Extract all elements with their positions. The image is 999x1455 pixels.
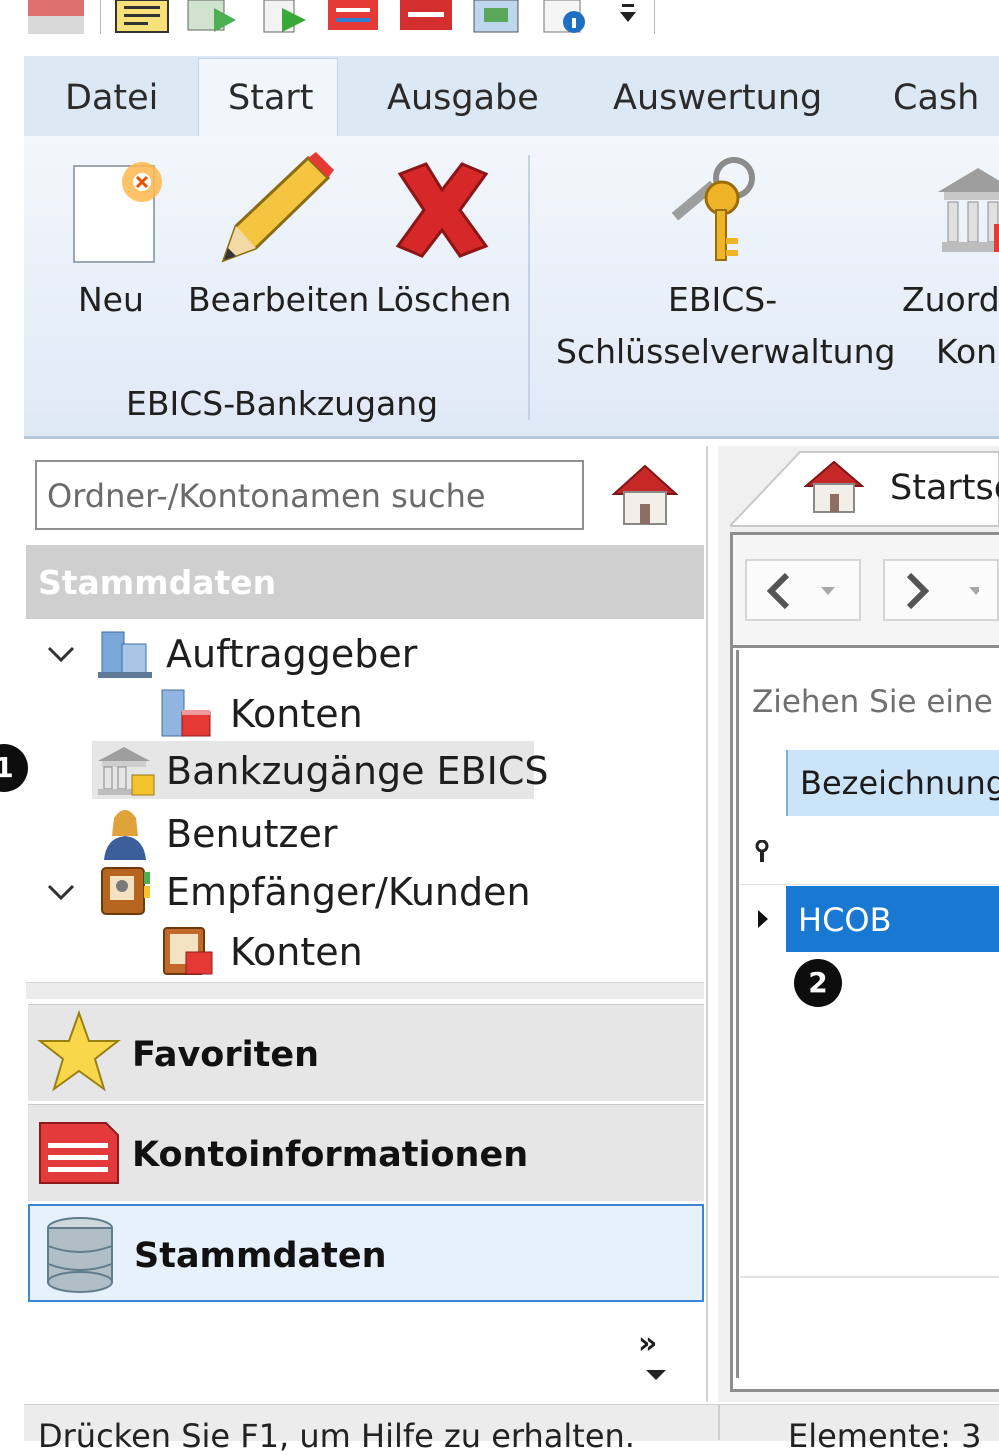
tree-item-bankzugaenge-ebics[interactable]: Bankzugänge EBICS	[92, 741, 549, 799]
forward-arrow-icon	[906, 572, 979, 610]
tree-item-label: Bankzugänge EBICS	[166, 749, 549, 793]
table-row[interactable]: HCOB	[786, 886, 999, 952]
tree-item-empfaenger-kunden[interactable]: Empfänger/Kunden	[40, 862, 560, 920]
overflow-chevron-icon[interactable]: »	[638, 1326, 657, 1361]
quick-access-toolbar	[0, 0, 999, 48]
tree-item-label: Benutzer	[166, 812, 338, 856]
tree-item-label: Konten	[230, 930, 363, 974]
statement-icon[interactable]	[398, 0, 454, 34]
pencil-icon	[221, 152, 334, 263]
run-icon[interactable]	[262, 0, 312, 34]
status-bar: Drücken Sie F1, um Hilfe zu erhalten. El…	[24, 1404, 999, 1455]
user-icon	[104, 810, 146, 860]
status-separator	[718, 1404, 720, 1440]
zuordnung-button[interactable]: Zuord Kon	[900, 150, 999, 380]
transfer-icon[interactable]	[326, 0, 382, 34]
tree-item-label: Auftraggeber	[166, 632, 418, 676]
back-arrow-icon	[766, 572, 835, 610]
tab-datei[interactable]: Datei	[65, 78, 158, 118]
tree-item-benutzer[interactable]: Benutzer	[92, 804, 392, 862]
tab-auswertung[interactable]: Auswertung	[613, 78, 822, 118]
contacts-icon	[101, 867, 150, 915]
report-icon[interactable]	[114, 0, 170, 34]
keys-icon	[671, 157, 755, 261]
tab-startseite[interactable]: Startse	[730, 450, 999, 528]
filter-pin-icon	[755, 840, 769, 862]
section-header-label: Stammdaten	[38, 563, 277, 602]
folder-search-input[interactable]	[45, 472, 579, 520]
building-icon	[98, 631, 152, 678]
app-logo-icon	[28, 0, 84, 34]
info-icon[interactable]	[540, 0, 596, 34]
forward-button[interactable]	[883, 559, 999, 621]
chevron-down-icon[interactable]	[46, 880, 76, 904]
delete-button[interactable]: Löschen	[372, 150, 522, 330]
folder-search-box[interactable]	[35, 460, 584, 530]
ebics-label-line2: Schlüsselverwaltung	[556, 332, 896, 371]
edit-button[interactable]: Bearbeiten	[186, 150, 370, 330]
column-header-bezeichnung[interactable]: Bezeichnung	[786, 750, 999, 816]
zuordnung-label-line1: Zuord	[902, 280, 999, 319]
nav-button-label: Kontoinformationen	[132, 1135, 529, 1175]
column-header-label: Bezeichnung	[800, 764, 999, 802]
ribbon-group-label: EBICS-Bankzugang	[126, 384, 439, 423]
nav-button-kontoinformationen[interactable]: Kontoinformationen	[28, 1104, 704, 1201]
group-by-hint: Ziehen Sie eine	[752, 684, 993, 720]
tree-item-auftraggeber[interactable]: Auftraggeber	[40, 624, 440, 682]
filter-row[interactable]	[740, 818, 999, 885]
accounts-icon	[163, 927, 213, 975]
nav-button-label: Stammdaten	[134, 1236, 387, 1276]
new-document-icon	[73, 162, 162, 263]
delete-x-icon	[395, 162, 489, 258]
nav-button-favoriten[interactable]: Favoriten	[28, 1004, 704, 1101]
tree-item-label: Konten	[230, 692, 363, 736]
home-icon[interactable]	[610, 460, 680, 530]
sync-icon[interactable]	[470, 0, 526, 34]
customize-dropdown-icon[interactable]	[616, 0, 640, 34]
browser-nav-bar	[733, 535, 999, 648]
ebics-key-management-button[interactable]: EBICS- Schlüsselverwaltung	[550, 150, 895, 380]
bank-icon	[98, 747, 155, 796]
edit-label: Bearbeiten	[188, 280, 370, 319]
new-label: Neu	[78, 280, 144, 319]
dropdown-arrow-icon[interactable]	[644, 1368, 668, 1382]
splitter[interactable]	[26, 982, 704, 999]
tree-item-label: Empfänger/Kunden	[166, 870, 531, 914]
row-indicator	[740, 886, 786, 952]
new-button[interactable]: Neu	[60, 150, 170, 330]
accounts-icon	[161, 689, 211, 737]
zuordnung-label-line2: Kon	[936, 332, 998, 371]
status-element-count: Elemente: 3	[788, 1417, 982, 1455]
home-icon	[804, 460, 864, 513]
grid-footer-line	[740, 1276, 999, 1278]
chevron-down-icon[interactable]	[46, 642, 76, 666]
delete-label: Löschen	[376, 280, 512, 319]
tab-start[interactable]: Start	[228, 78, 314, 118]
database-icon	[47, 1217, 113, 1293]
tab-startseite-label: Startse	[890, 468, 999, 508]
import-icon[interactable]	[184, 0, 240, 34]
bank-icon	[938, 168, 999, 252]
ebics-label-line1: EBICS-	[668, 280, 778, 319]
tree-item-auftraggeber-konten[interactable]: Konten	[150, 684, 410, 742]
nav-button-label: Favoriten	[132, 1035, 319, 1075]
current-row-arrow-icon	[758, 910, 768, 928]
nav-button-stammdaten[interactable]: Stammdaten	[28, 1204, 704, 1302]
tab-ausgabe[interactable]: Ausgabe	[387, 78, 539, 118]
tab-cash[interactable]: Cash	[893, 78, 979, 118]
star-icon	[37, 1010, 121, 1092]
section-header-stammdaten: Stammdaten	[26, 545, 704, 619]
callout-badge-2: 2	[794, 959, 842, 1007]
tree-item-empfaenger-konten[interactable]: Konten	[150, 922, 410, 980]
document-icon	[39, 1122, 119, 1184]
back-button[interactable]	[745, 559, 861, 621]
table-cell-bezeichnung: HCOB	[798, 901, 892, 939]
status-help-text: Drücken Sie F1, um Hilfe zu erhalten.	[38, 1417, 635, 1455]
